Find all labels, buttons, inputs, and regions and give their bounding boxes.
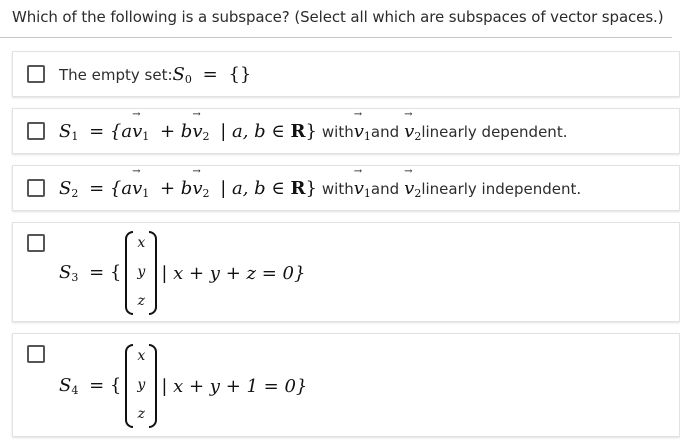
- option-0-checkbox[interactable]: [27, 65, 45, 83]
- option-4-column-vector: x y z: [125, 344, 158, 428]
- option-1-checkbox[interactable]: [27, 122, 45, 140]
- option-3-math: S3 = {: [59, 262, 122, 284]
- option-3-column-vector: x y z: [125, 231, 158, 315]
- option-empty-set: The empty set: S0 = {}: [12, 51, 680, 97]
- option-1-with: with: [321, 123, 354, 141]
- option-1-math: S1 = {av1 + bv2 | a, b ∈ R}: [59, 109, 317, 143]
- option-3-condition: | x + y + z = 0}: [161, 262, 306, 284]
- option-2-checkbox[interactable]: [27, 179, 45, 197]
- question-text: Which of the following is a subspace? (S…: [12, 8, 664, 26]
- option-1-suffix: linearly dependent.: [421, 123, 568, 141]
- option-4-checkbox[interactable]: [27, 345, 45, 363]
- option-0-math: S0 = {}: [172, 64, 252, 86]
- option-3-checkbox[interactable]: [27, 234, 45, 252]
- option-4-math: S4 = {: [59, 375, 122, 397]
- option-s1: S1 = {av1 + bv2 | a, b ∈ R} with v1 and …: [12, 108, 680, 154]
- question-divider: [0, 37, 672, 38]
- option-s4: S4 = { x y z | x + y + 1 = 0}: [12, 333, 680, 437]
- option-s2: S2 = {av1 + bv2 | a, b ∈ R} with v1 and …: [12, 165, 680, 211]
- option-0-prefix: The empty set:: [59, 66, 173, 84]
- option-4-condition: | x + y + 1 = 0}: [161, 375, 308, 397]
- option-2-suffix: linearly independent.: [421, 180, 582, 198]
- option-s3: S3 = { x y z | x + y + z = 0}: [12, 222, 680, 322]
- option-2-with: with: [321, 180, 354, 198]
- option-2-math: S2 = {av1 + bv2 | a, b ∈ R}: [59, 166, 317, 200]
